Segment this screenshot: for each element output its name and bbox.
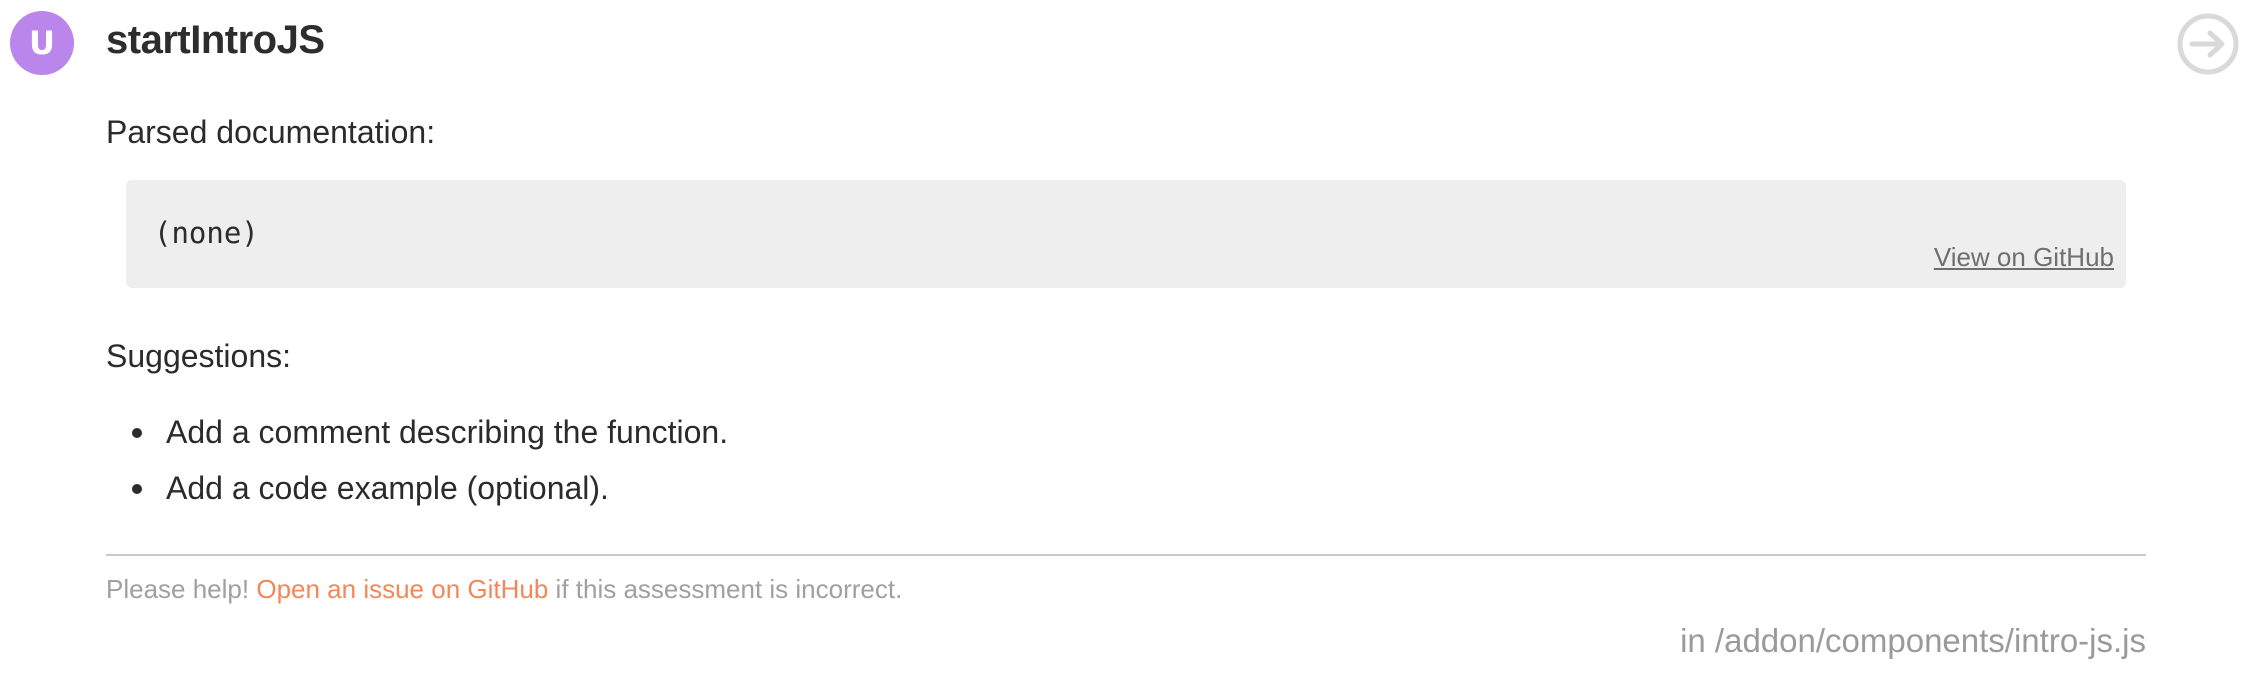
divider (106, 554, 2146, 556)
file-path: in /addon/components/intro-js.js (1680, 622, 2146, 659)
list-item: Add a comment describing the function. (106, 410, 728, 466)
grade-badge-letter: U (29, 24, 55, 62)
function-title: startIntroJS (106, 18, 325, 62)
view-on-github-link[interactable]: View on GitHub (1934, 242, 2114, 273)
help-text: Please help! Open an issue on GitHub if … (106, 574, 902, 605)
list-item: Add a code example (optional). (106, 466, 728, 522)
suggestion-text: Add a code example (optional). (166, 470, 609, 506)
help-prefix: Please help! (106, 574, 250, 604)
documentation-box: (none) View on GitHub (126, 180, 2126, 288)
grade-badge: U (10, 11, 74, 75)
suggestion-text: Add a comment describing the function. (166, 414, 729, 450)
suggestions-heading: Suggestions: (106, 338, 292, 374)
open-issue-link[interactable]: Open an issue on GitHub (256, 574, 548, 604)
arrow-right-circle-icon[interactable] (2176, 12, 2240, 76)
bullet-icon (132, 428, 142, 438)
suggestions-list: Add a comment describing the function. A… (106, 410, 728, 522)
help-suffix: if this assessment is incorrect. (555, 574, 903, 604)
bullet-icon (132, 484, 142, 494)
documentation-code: (none) (154, 216, 259, 250)
documentation-heading: Parsed documentation: (106, 114, 436, 150)
